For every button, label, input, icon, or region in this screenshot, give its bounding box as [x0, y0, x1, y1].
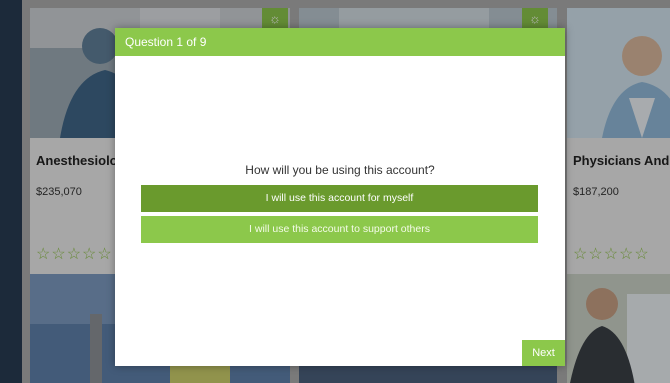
option-support-others[interactable]: I will use this account to support other… [141, 216, 538, 243]
next-button[interactable]: Next [522, 340, 565, 366]
question-text: How will you be using this account? [245, 163, 435, 177]
option-for-myself[interactable]: I will use this account for myself [141, 185, 538, 212]
question-progress-header: Question 1 of 9 [115, 28, 565, 56]
left-sidebar [0, 0, 22, 383]
question-dialog: Question 1 of 9 How will you be using th… [115, 28, 565, 366]
